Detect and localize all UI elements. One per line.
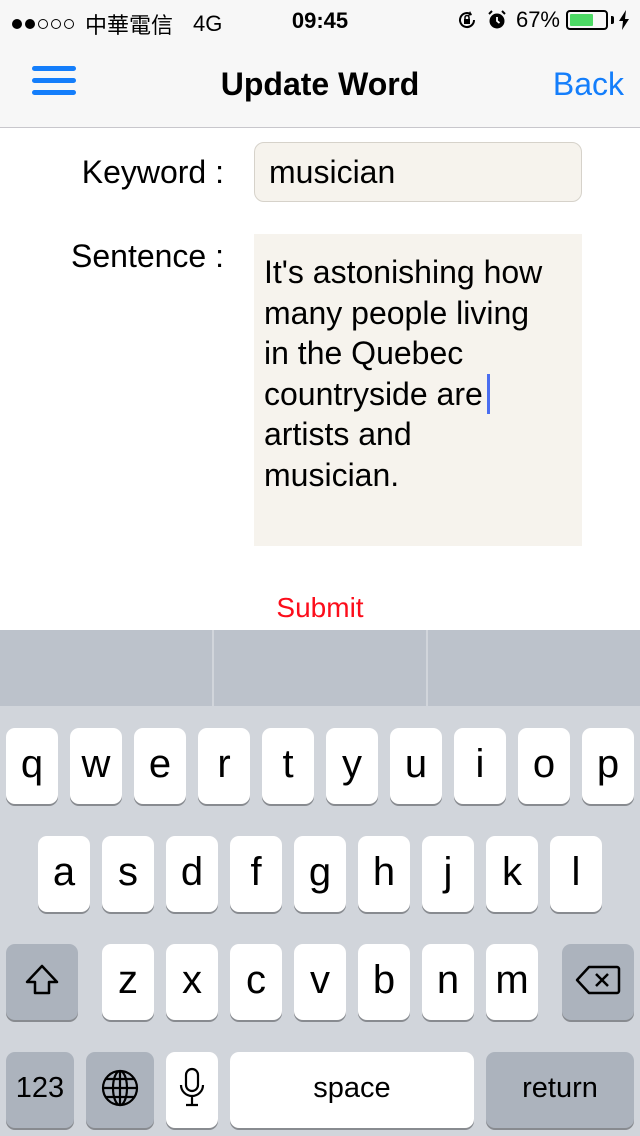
hamburger-menu-icon[interactable] [32, 66, 76, 100]
battery-icon [566, 10, 608, 30]
delete-icon [575, 965, 621, 995]
sentence-line: artists and [264, 416, 412, 452]
key-i[interactable]: i [454, 728, 506, 804]
text-caret [486, 373, 490, 414]
suggestion-bar [0, 630, 640, 706]
submit-button[interactable]: Submit [0, 592, 640, 624]
shift-key[interactable] [6, 944, 78, 1020]
key-x[interactable]: x [166, 944, 218, 1020]
key-a[interactable]: a [38, 836, 90, 912]
keyword-input[interactable]: musician [254, 142, 582, 202]
keyboard: q w e r t y u i o p a s d f g h j k l z x c v b n m 123 space return [0, 630, 640, 1136]
suggestion-slot[interactable] [428, 630, 640, 706]
globe-key[interactable] [86, 1052, 154, 1128]
key-k[interactable]: k [486, 836, 538, 912]
key-u[interactable]: u [390, 728, 442, 804]
key-h[interactable]: h [358, 836, 410, 912]
key-y[interactable]: y [326, 728, 378, 804]
status-right: 67% [456, 7, 630, 33]
microphone-icon [179, 1067, 205, 1107]
sentence-line: many people living [264, 294, 530, 331]
sentence-line-with-caret: countryside are [264, 373, 572, 415]
battery-tip [611, 16, 614, 24]
status-bar: 中華電信 4G 09:45 67% [0, 0, 640, 42]
menu-line [32, 78, 76, 83]
delete-key[interactable] [562, 944, 634, 1020]
back-button[interactable]: Back [553, 66, 624, 103]
numbers-key[interactable]: 123 [6, 1052, 74, 1128]
page-title: Update Word [220, 66, 420, 102]
key-o[interactable]: o [518, 728, 570, 804]
microphone-key[interactable] [166, 1052, 218, 1128]
key-l[interactable]: l [550, 836, 602, 912]
battery-level [570, 14, 593, 26]
battery-percent: 67% [515, 7, 560, 32]
key-r[interactable]: r [198, 728, 250, 804]
key-b[interactable]: b [358, 944, 410, 1020]
navigation-bar: Update Word Back [0, 42, 640, 128]
sentence-line: It's astonishing how [264, 254, 543, 290]
space-key[interactable]: space [230, 1052, 474, 1128]
sentence-line: countryside are [264, 375, 483, 412]
key-q[interactable]: q [6, 728, 58, 804]
rotation-lock-icon [458, 11, 475, 29]
alarm-icon [488, 10, 506, 29]
suggestion-slot[interactable] [214, 630, 426, 706]
shift-icon [25, 964, 59, 995]
menu-line [32, 66, 76, 71]
key-m[interactable]: m [486, 944, 538, 1020]
sentence-line: musician. [264, 456, 400, 493]
key-z[interactable]: z [102, 944, 154, 1020]
globe-icon [101, 1069, 139, 1107]
key-e[interactable]: e [134, 728, 186, 804]
key-s[interactable]: s [102, 836, 154, 912]
key-n[interactable]: n [422, 944, 474, 1020]
suggestion-slot[interactable] [0, 630, 212, 706]
keyword-label: Keyword : [81, 154, 224, 190]
key-c[interactable]: c [230, 944, 282, 1020]
key-w[interactable]: w [70, 728, 122, 804]
return-key[interactable]: return [486, 1052, 634, 1128]
sentence-line: in the Quebec [264, 335, 464, 371]
key-t[interactable]: t [262, 728, 314, 804]
key-p[interactable]: p [582, 728, 634, 804]
key-d[interactable]: d [166, 836, 218, 912]
key-v[interactable]: v [294, 944, 346, 1020]
sentence-label: Sentence : [71, 238, 224, 274]
menu-line [32, 90, 76, 95]
charging-bolt-icon [619, 10, 629, 30]
sentence-textarea[interactable]: It's astonishing how many people living … [254, 234, 582, 546]
key-f[interactable]: f [230, 836, 282, 912]
key-g[interactable]: g [294, 836, 346, 912]
key-j[interactable]: j [422, 836, 474, 912]
